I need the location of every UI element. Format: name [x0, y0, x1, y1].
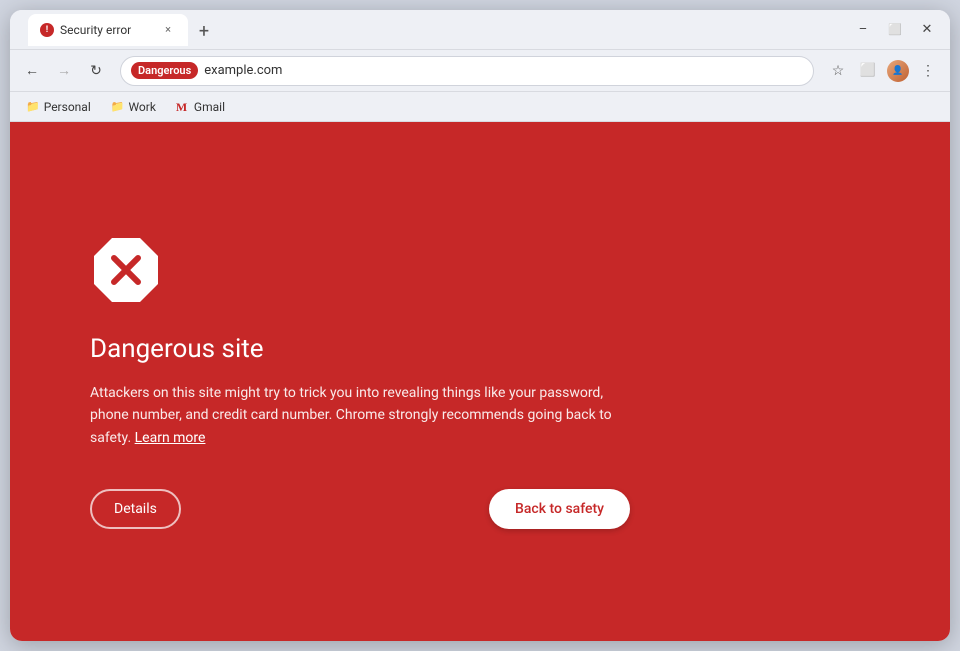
bookmark-gmail-label: Gmail	[194, 100, 225, 114]
gmail-icon: M	[176, 100, 190, 114]
close-button[interactable]: ✕	[912, 15, 942, 45]
forward-button[interactable]: →	[50, 57, 78, 85]
bookmark-gmail[interactable]: M Gmail	[170, 98, 231, 116]
active-tab[interactable]: ! Security error ×	[28, 14, 188, 46]
folder-icon: 📁	[26, 100, 40, 113]
minimize-button[interactable]: –	[848, 15, 878, 45]
danger-icon-container	[90, 234, 162, 306]
error-title: Dangerous site	[90, 334, 264, 364]
error-actions: Details Back to safety	[90, 489, 630, 529]
tab-title: Security error	[60, 23, 154, 37]
error-page: Dangerous site Attackers on this site mi…	[10, 122, 950, 641]
bookmark-button[interactable]: ☆	[824, 57, 852, 85]
new-tab-button[interactable]: +	[190, 18, 218, 46]
error-description: Attackers on this site might try to tric…	[90, 382, 630, 449]
maximize-button[interactable]: ⬜	[880, 15, 910, 45]
back-button[interactable]: ←	[18, 57, 46, 85]
danger-badge: Dangerous	[131, 62, 198, 79]
window-controls-right: – ⬜ ✕	[848, 15, 942, 45]
folder-icon: 📁	[111, 100, 125, 113]
tab-bar: ! Security error × +	[28, 14, 842, 46]
back-to-safety-button[interactable]: Back to safety	[489, 489, 630, 529]
bookmark-personal[interactable]: 📁 Personal	[20, 98, 97, 116]
extensions-button[interactable]: ⬜	[854, 57, 882, 85]
browser-window: ! Security error × + – ⬜ ✕ ←	[10, 10, 950, 641]
bookmark-work[interactable]: 📁 Work	[105, 98, 162, 116]
address-text: example.com	[204, 63, 803, 78]
reload-button[interactable]: ↻	[82, 57, 110, 85]
address-bar[interactable]: Dangerous example.com	[120, 56, 814, 86]
title-bar: ! Security error × + – ⬜ ✕	[10, 10, 950, 50]
profile-button[interactable]: 👤	[884, 57, 912, 85]
learn-more-link[interactable]: Learn more	[135, 430, 206, 446]
tab-favicon: !	[40, 23, 54, 37]
nav-icons-right: ☆ ⬜ 👤 ⋮	[824, 57, 942, 85]
menu-button[interactable]: ⋮	[914, 57, 942, 85]
tab-close-button[interactable]: ×	[160, 22, 176, 38]
bookmarks-bar: 📁 Personal 📁 Work M Gmail	[10, 92, 950, 122]
profile-avatar: 👤	[887, 60, 909, 82]
bookmark-personal-label: Personal	[44, 100, 91, 114]
danger-icon	[90, 234, 162, 306]
nav-bar: ← → ↻ Dangerous example.com ☆ ⬜ 👤	[10, 50, 950, 92]
bookmark-work-label: Work	[128, 100, 155, 114]
details-button[interactable]: Details	[90, 489, 181, 529]
